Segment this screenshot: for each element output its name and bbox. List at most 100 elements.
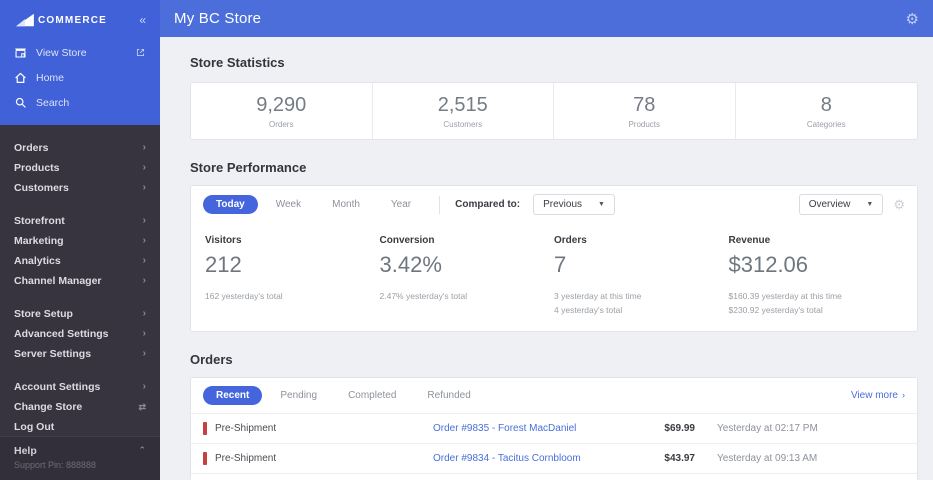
metric-subline: 3 yesterday at this time	[554, 291, 642, 301]
view-more-label: View more	[850, 390, 898, 402]
chevron-right-icon: ›	[142, 275, 146, 286]
sidebar-item-channel-manager[interactable]: Channel Manager ›	[0, 271, 160, 291]
store-performance-heading: Store Performance	[190, 160, 307, 175]
chevron-right-icon: ›	[142, 162, 146, 173]
sidebar-item-label: Analytics	[14, 255, 61, 267]
collapse-sidebar-icon[interactable]: «	[139, 13, 146, 27]
metric-subtext: 162 yesterday's total	[205, 290, 380, 304]
chevron-right-icon: ›	[142, 308, 146, 319]
compare-select-value: Previous	[543, 199, 583, 210]
sidebar-item-customers[interactable]: Customers ›	[0, 178, 160, 198]
order-link[interactable]: Order #9834 - Tacitus Cornbloom	[433, 453, 615, 464]
sidebar-item-search[interactable]: Search	[0, 90, 160, 115]
status-bar	[203, 422, 207, 436]
sidebar-item-orders[interactable]: Orders ›	[0, 138, 160, 158]
stat-label: Categories	[806, 119, 846, 129]
metric-value: $312.06	[728, 252, 809, 277]
sidebar-item-advanced-settings[interactable]: Advanced Settings ›	[0, 324, 160, 344]
divider	[439, 195, 441, 214]
sidebar-quick-items: View Store Home Search	[0, 40, 160, 115]
stat-value: 2,515	[437, 93, 488, 116]
store-statistics-heading: Store Statistics	[190, 55, 285, 70]
sidebar-nav: Orders › Products › Customers › Storefront › Mar…	[0, 125, 160, 436]
chevron-right-icon: ›	[142, 381, 146, 392]
metric-subline: 2.47% yesterday's total	[379, 291, 468, 301]
header-bar: My BC Store ⚙	[160, 0, 933, 37]
sidebar-item-products[interactable]: Products ›	[0, 158, 160, 178]
external-link-icon[interactable]	[135, 47, 146, 58]
metric-label: Revenue	[728, 235, 771, 246]
sidebar-item-view-store[interactable]: View Store	[0, 40, 160, 65]
sidebar-item-log-out[interactable]: Log Out	[0, 417, 160, 436]
swap-icon: ⇄	[138, 401, 146, 412]
chevron-right-icon: ›	[142, 235, 146, 246]
chevron-right-icon: ›	[142, 215, 146, 226]
table-row: Pre-Shipment Order #9835 - Forest MacDani…	[191, 414, 917, 443]
stat-value: 9,290	[256, 93, 307, 116]
metric-value: 3.42%	[379, 252, 442, 277]
sidebar-item-label: Log Out	[14, 421, 55, 433]
sidebar-item-change-store[interactable]: Change Store ⇄	[0, 397, 160, 417]
sidebar-item-label: Advanced Settings	[14, 328, 109, 340]
metric-subtext: $160.39 yesterday at this time $230.92 ye…	[729, 290, 904, 317]
performance-tab-today[interactable]: Today	[203, 195, 258, 214]
orders-tab-completed[interactable]: Completed	[335, 386, 409, 405]
sidebar-item-store-setup[interactable]: Store Setup ›	[0, 304, 160, 324]
sidebar-item-account-settings[interactable]: Account Settings ›	[0, 377, 160, 397]
performance-tab-year[interactable]: Year	[378, 195, 424, 214]
chevron-right-icon: ›	[142, 255, 146, 266]
chevron-right-icon: ›	[142, 182, 146, 193]
sidebar-item-label: Products	[14, 162, 60, 174]
store-title: My BC Store	[174, 10, 262, 27]
metric-subline: $230.92 yesterday's total	[728, 304, 823, 315]
sidebar-item-label: Account Settings	[14, 381, 101, 393]
content: Store Statistics 9,290 Orders 2,515 Custome…	[160, 37, 933, 480]
view-more-link[interactable]: View more ›	[851, 390, 905, 401]
help-collapse-icon[interactable]: ⌃	[138, 445, 146, 456]
chevron-right-icon: ›	[142, 142, 146, 153]
nav-group: Store Setup › Advanced Settings › Server Set…	[0, 304, 160, 364]
metric-value: 7	[554, 252, 567, 277]
metric-subline: 4 yesterday's total	[554, 304, 623, 315]
metric-subtext: 2.47% yesterday's total	[380, 290, 555, 304]
home-icon	[14, 71, 27, 84]
status-bar	[203, 452, 207, 466]
orders-tab-pending[interactable]: Pending	[267, 386, 330, 405]
sidebar-item-storefront[interactable]: Storefront ›	[0, 211, 160, 231]
help-text: Help Support Pin: 888888	[14, 445, 96, 470]
sidebar-item-label: Change Store	[14, 401, 83, 413]
settings-gear-icon[interactable]: ⚙	[906, 10, 919, 28]
performance-tab-week[interactable]: Week	[263, 195, 314, 214]
metric-value: 212	[205, 252, 242, 277]
sidebar-item-label: Customers	[14, 182, 69, 194]
sidebar-item-home[interactable]: Home	[0, 65, 160, 90]
sidebar-item-server-settings[interactable]: Server Settings ›	[0, 344, 160, 364]
stat-card-customers: 2,515 Customers	[373, 83, 554, 139]
sidebar-help[interactable]: Help Support Pin: 888888 ⌃	[0, 436, 160, 480]
status-label: Pre-Shipment	[215, 423, 277, 435]
metric-label: Orders	[554, 235, 587, 246]
sidebar-item-label: Storefront	[14, 215, 65, 227]
sidebar-item-analytics[interactable]: Analytics ›	[0, 251, 160, 271]
compare-select[interactable]: Previous ▼	[533, 194, 615, 215]
stat-card-products: 78 Products	[554, 83, 736, 139]
orders-tab-refunded[interactable]: Refunded	[414, 386, 483, 405]
help-label: Help	[14, 445, 37, 457]
nav-group: Account Settings › Change Store ⇄ Log Out	[0, 377, 160, 436]
nav-group: Storefront › Marketing › Analytics › Channel M…	[0, 211, 160, 291]
stat-label: Customers	[443, 119, 483, 129]
orders-heading: Orders	[190, 352, 233, 368]
orders-tab-recent[interactable]: Recent	[203, 386, 263, 406]
overview-select-value: Overview	[808, 199, 851, 210]
metric-subline: 162 yesterday's total	[205, 291, 283, 301]
metric-visitors: Visitors 212 162 yesterday's total	[205, 235, 380, 317]
sidebar-item-marketing[interactable]: Marketing ›	[0, 231, 160, 251]
storefront-icon	[14, 46, 27, 59]
compared-to-label: Compared to:	[455, 199, 521, 210]
performance-settings-gear-icon[interactable]: ⚙	[893, 197, 905, 213]
overview-select[interactable]: Overview ▼	[798, 194, 884, 215]
performance-tabrow-right: Overview ▼ ⚙	[798, 194, 905, 215]
order-link[interactable]: Order #9835 - Forest MacDaniel	[433, 423, 615, 434]
support-pin: Support Pin: 888888	[14, 460, 97, 470]
performance-tab-month[interactable]: Month	[319, 195, 373, 214]
